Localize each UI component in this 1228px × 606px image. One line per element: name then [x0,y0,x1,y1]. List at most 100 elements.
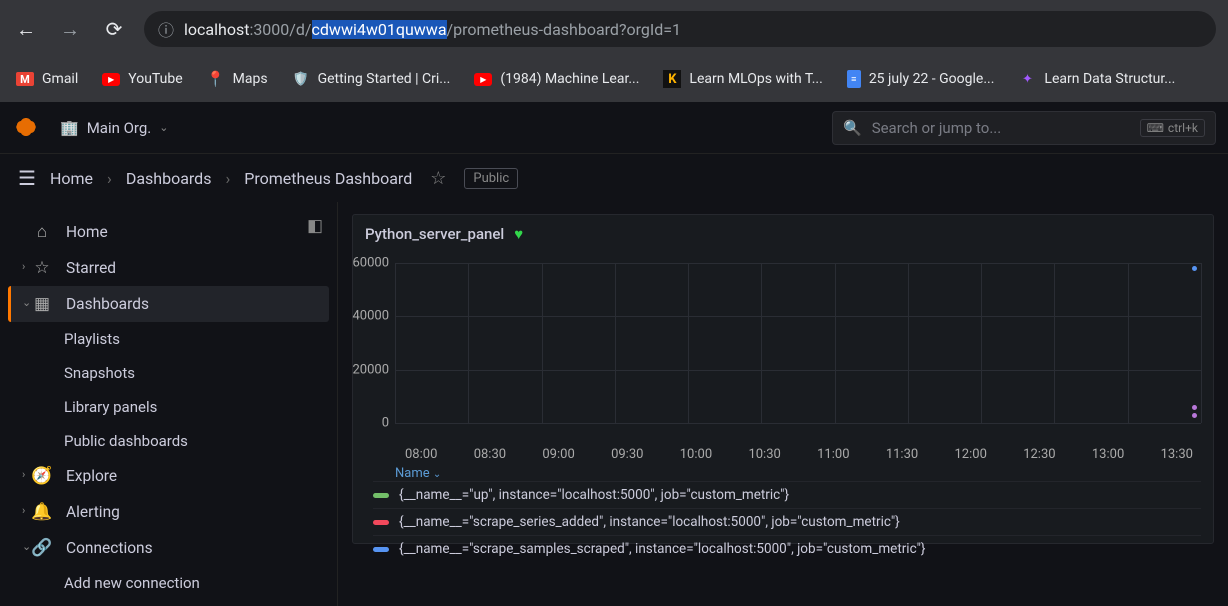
search-placeholder: Search or jump to... [872,119,1130,137]
x-tick-label: 09:00 [542,447,574,462]
panel-python-server: Python_server_panel ♥ 0200004000060000 0… [352,214,1214,544]
sidebar-item-home[interactable]: ⌂Home [8,214,329,250]
bookmark-gmail[interactable]: MGmail [16,71,78,87]
sidebar-item-add-connection[interactable]: Add new connection [8,566,329,600]
sidebar-item-starred[interactable]: ☆Starred [8,250,329,286]
x-tick-label: 08:30 [474,447,506,462]
back-button[interactable]: ← [12,13,40,46]
sidebar-item-playlists[interactable]: Playlists [8,322,329,356]
legend-swatch [373,520,389,525]
legend-label: {__name__="up", instance="localhost:5000… [399,487,789,503]
sidebar-item-public-dashboards[interactable]: Public dashboards [8,424,329,458]
breadcrumb-home[interactable]: Home [50,169,93,188]
url-host: localhost [184,20,249,39]
heart-icon[interactable]: ♥ [514,225,523,243]
v-gridline [542,263,543,423]
x-tick-label: 09:30 [611,447,643,462]
legend-row[interactable]: {__name__="scrape_samples_scraped", inst… [373,535,1201,562]
v-gridline [1201,263,1202,423]
star-icon[interactable]: ☆ [430,168,446,189]
building-icon: 🏢 [60,119,79,137]
home-icon: ⌂ [32,222,52,242]
sidebar-item-snapshots[interactable]: Snapshots [8,356,329,390]
legend-sort-name[interactable]: Name ⌄ [395,466,1201,481]
url-rest: /prometheus-dashboard?orgId=1 [447,20,682,39]
url-bar[interactable]: ⓘ localhost:3000/d/cdwwi4w01quwwa/promet… [144,11,1216,47]
bookmark-maps[interactable]: 📍Maps [207,70,268,88]
k-icon: K [663,70,681,88]
v-gridline [981,263,982,423]
link-icon: 🔗 [32,538,52,558]
x-tick-label: 12:30 [1023,447,1055,462]
sidebar-item-alerting[interactable]: 🔔Alerting [8,494,329,530]
breadcrumb-sep: › [107,169,112,188]
compass-icon: 🧭 [32,466,52,486]
bookmark-getting-started[interactable]: 🛡️Getting Started | Cri... [292,70,451,88]
sidebar-item-dashboards[interactable]: ▦Dashboards [8,286,329,322]
data-point [1192,266,1197,271]
chevron-right-icon[interactable]: › [22,260,25,273]
menu-toggle[interactable]: ☰ [18,166,36,190]
x-tick-label: 13:00 [1092,447,1124,462]
breadcrumb-current[interactable]: Prometheus Dashboard [244,169,412,188]
info-icon[interactable]: ⓘ [158,17,174,41]
gmail-icon: M [16,72,34,86]
legend-label: {__name__="scrape_samples_scraped", inst… [399,541,925,557]
bookmark-ml-1984[interactable]: ▶(1984) Machine Lear... [474,71,639,87]
gdoc-icon: ≡ [847,70,861,88]
star-icon: ☆ [32,258,52,278]
x-tick-label: 10:30 [748,447,780,462]
y-tick-label: 60000 [352,256,389,271]
x-tick-label: 10:00 [680,447,712,462]
breadcrumb-dashboards[interactable]: Dashboards [126,169,212,188]
legend-label: {__name__="scrape_series_added", instanc… [399,514,900,530]
chevron-right-icon[interactable]: › [22,504,25,517]
url-port-path: :3000/d/ [249,20,311,39]
y-tick-label: 40000 [352,309,389,324]
v-gridline [761,263,762,423]
main-area: ◧ ⌂Home ›☆Starred ⌄▦Dashboards Playlists… [0,202,1228,606]
kbd-hint: ⌨ctrl+k [1140,119,1205,137]
x-tick-label: 11:00 [817,447,849,462]
legend-row[interactable]: {__name__="scrape_series_added", instanc… [373,508,1201,535]
grafana-logo[interactable] [12,114,40,142]
bookmark-youtube[interactable]: ▶YouTube [102,71,182,87]
chevron-right-icon[interactable]: › [22,468,25,481]
bookmarks-bar: MGmail ▶YouTube 📍Maps 🛡️Getting Started … [0,58,1228,100]
gridline [395,423,1201,424]
bookmark-learn-ds[interactable]: ✦Learn Data Structur... [1018,70,1175,88]
chevron-down-icon[interactable]: ⌄ [22,540,31,553]
chevron-down-icon: ⌄ [159,121,168,134]
reload-button[interactable]: ⟳ [100,13,128,45]
chevron-down-icon[interactable]: ⌄ [22,296,31,309]
bookmark-gdoc[interactable]: ≡25 july 22 - Google... [847,70,995,88]
url-selection: cdwwi4w01quwwa [312,20,447,39]
youtube-icon: ▶ [474,73,492,86]
search-icon: 🔍 [843,119,862,137]
sidebar-item-library-panels[interactable]: Library panels [8,390,329,424]
legend-row[interactable]: {__name__="up", instance="localhost:5000… [373,481,1201,508]
bookmark-mlops[interactable]: KLearn MLOps with T... [663,70,822,88]
browser-toolbar: ← → ⟳ ⓘ localhost:3000/d/cdwwi4w01quwwa/… [0,0,1228,58]
v-gridline [395,263,396,423]
sidebar: ◧ ⌂Home ›☆Starred ⌄▦Dashboards Playlists… [0,202,338,606]
chevron-down-icon: ⌄ [433,469,441,480]
org-selector[interactable]: 🏢 Main Org. ⌄ [52,115,176,141]
sidebar-item-explore[interactable]: 🧭Explore [8,458,329,494]
forward-button[interactable]: → [56,13,84,46]
x-tick-label: 11:30 [886,447,918,462]
v-gridline [1054,263,1055,423]
panel-title: Python_server_panel [365,225,504,243]
gridline [395,316,1201,317]
y-tick-label: 20000 [352,362,389,377]
gridline [395,263,1201,264]
breadcrumb-bar: ☰ Home › Dashboards › Prometheus Dashboa… [0,154,1228,202]
search-box[interactable]: 🔍 Search or jump to... ⌨ctrl+k [832,111,1216,145]
chart-plot-area[interactable]: 0200004000060000 [395,263,1201,443]
bell-icon: 🔔 [32,502,52,522]
x-tick-label: 13:30 [1161,447,1193,462]
sidebar-item-connections[interactable]: 🔗Connections [8,530,329,566]
data-point [1192,405,1197,410]
v-gridline [835,263,836,423]
v-gridline [615,263,616,423]
